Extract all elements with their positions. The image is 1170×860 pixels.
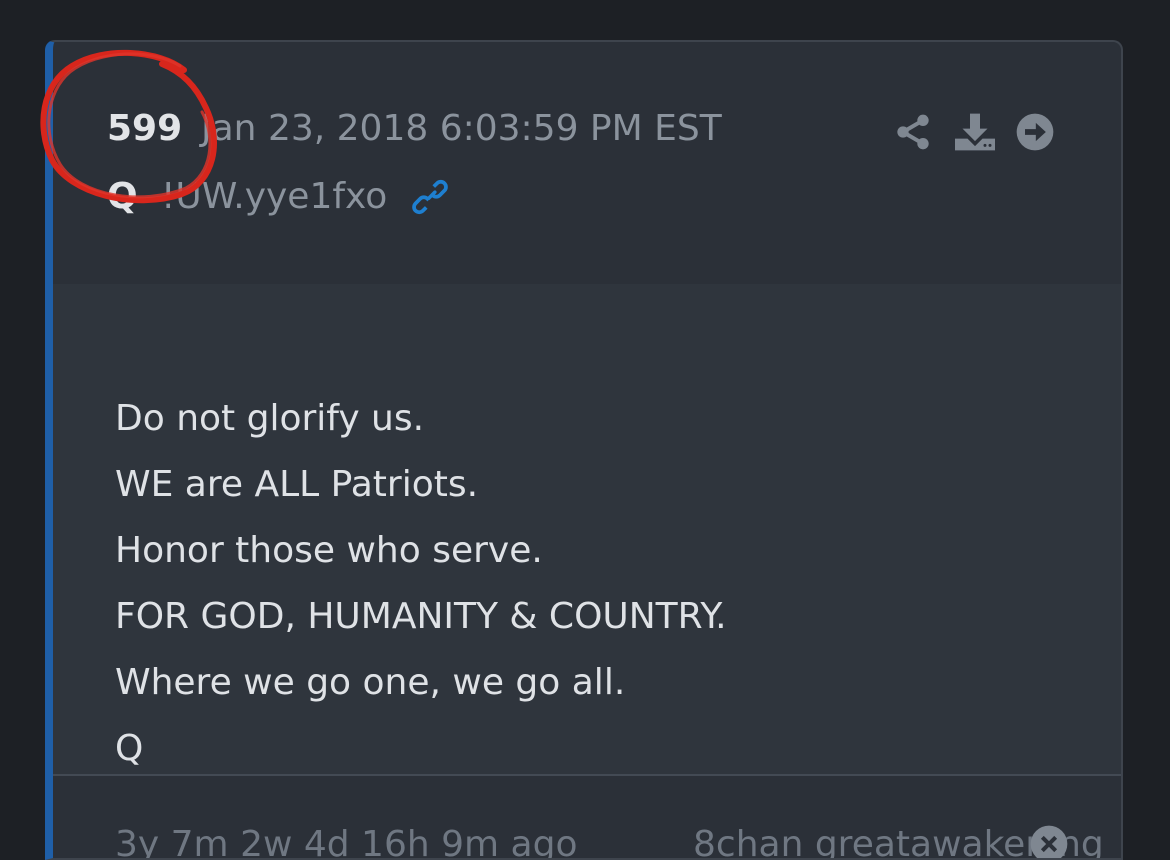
message-line: FOR GOD, HUMANITY & COUNTRY. [115, 596, 727, 637]
message-line: Q [115, 728, 144, 769]
post-number[interactable]: 599 [107, 108, 182, 149]
post-footer: 3y 7m 2w 4d 16h 9m ago 8chan greatawaken… [53, 776, 1121, 860]
post-header: 599 Jan 23, 2018 6:03:59 PM EST Q !UW.yy… [53, 42, 1121, 286]
post-tripcode: !UW.yye1fxo [161, 176, 388, 217]
message-line: Where we go one, we go all. [115, 662, 626, 703]
post-body: Do not glorify us. WE are ALL Patriots. … [53, 284, 1121, 776]
post-age: 3y 7m 2w 4d 16h 9m ago [115, 824, 578, 860]
download-icon[interactable] [953, 112, 997, 152]
close-circle-icon[interactable] [1029, 824, 1069, 860]
message-line: WE are ALL Patriots. [115, 464, 479, 505]
post-timestamp: Jan 23, 2018 6:03:59 PM EST [201, 108, 722, 149]
post-author: Q [107, 176, 138, 217]
share-icon[interactable] [893, 112, 933, 152]
message-line: Do not glorify us. [115, 398, 425, 439]
link-icon[interactable] [409, 176, 451, 218]
message-line: Honor those who serve. [115, 530, 543, 571]
arrow-right-circle-icon[interactable] [1015, 112, 1055, 152]
post-card: 599 Jan 23, 2018 6:03:59 PM EST Q !UW.yy… [45, 40, 1123, 860]
